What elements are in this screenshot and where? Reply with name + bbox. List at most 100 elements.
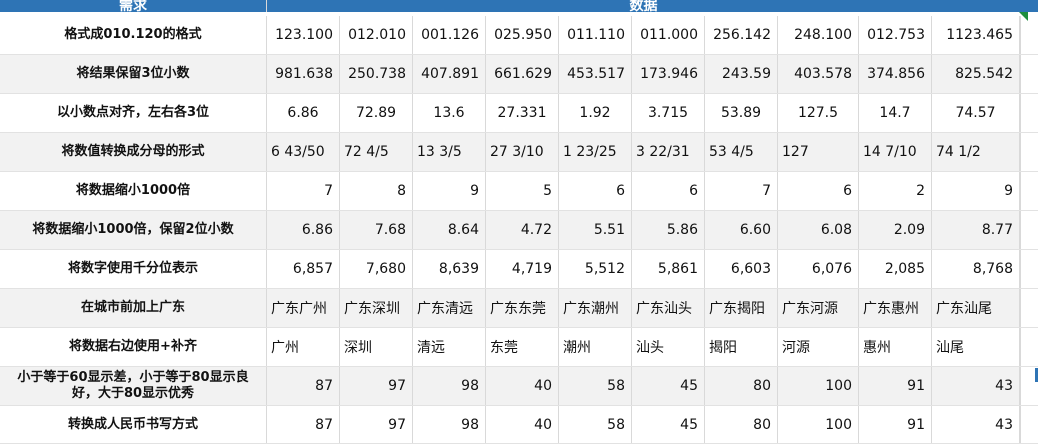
- data-cell[interactable]: 127: [778, 133, 859, 171]
- data-cell[interactable]: 14 7/10: [859, 133, 932, 171]
- data-cell[interactable]: 清远: [413, 328, 486, 366]
- data-cell[interactable]: 2.09: [859, 211, 932, 249]
- next-column-cell[interactable]: [1020, 289, 1038, 327]
- next-column-cell[interactable]: [1020, 16, 1038, 54]
- data-cell[interactable]: 243.59: [705, 55, 778, 93]
- data-cell[interactable]: 97: [340, 406, 413, 443]
- data-cell[interactable]: 广东揭阳: [705, 289, 778, 327]
- data-cell[interactable]: 广州: [267, 328, 340, 366]
- data-cell[interactable]: 40: [486, 406, 559, 443]
- data-cell[interactable]: 5.51: [559, 211, 632, 249]
- data-cell[interactable]: 825.542: [932, 55, 1020, 93]
- next-column-cell[interactable]: [1020, 250, 1038, 288]
- data-cell[interactable]: 汕尾: [932, 328, 1020, 366]
- data-cell[interactable]: 127.5: [778, 94, 859, 132]
- data-cell[interactable]: 80: [705, 406, 778, 443]
- data-cell[interactable]: 深圳: [340, 328, 413, 366]
- data-cell[interactable]: 012.010: [340, 16, 413, 54]
- data-cell[interactable]: 256.142: [705, 16, 778, 54]
- data-cell[interactable]: 东莞: [486, 328, 559, 366]
- data-cell[interactable]: 374.856: [859, 55, 932, 93]
- data-cell[interactable]: 1.92: [559, 94, 632, 132]
- data-cell[interactable]: 981.638: [267, 55, 340, 93]
- data-cell[interactable]: 汕头: [632, 328, 705, 366]
- data-cell[interactable]: 6: [559, 172, 632, 210]
- data-cell[interactable]: 5,512: [559, 250, 632, 288]
- header-data[interactable]: 数据: [267, 0, 1020, 12]
- data-cell[interactable]: 广东潮州: [559, 289, 632, 327]
- data-cell[interactable]: 5,861: [632, 250, 705, 288]
- row-label[interactable]: 将数字使用千分位表示: [0, 250, 267, 288]
- data-cell[interactable]: 惠州: [859, 328, 932, 366]
- data-cell[interactable]: 6,076: [778, 250, 859, 288]
- data-cell[interactable]: 58: [559, 367, 632, 405]
- data-cell[interactable]: 6: [632, 172, 705, 210]
- data-cell[interactable]: 98: [413, 367, 486, 405]
- data-cell[interactable]: 011.110: [559, 16, 632, 54]
- data-cell[interactable]: 001.126: [413, 16, 486, 54]
- data-cell[interactable]: 250.738: [340, 55, 413, 93]
- data-cell[interactable]: 8,639: [413, 250, 486, 288]
- data-cell[interactable]: 广东东莞: [486, 289, 559, 327]
- next-column-cell[interactable]: [1020, 172, 1038, 210]
- data-cell[interactable]: 87: [267, 406, 340, 443]
- data-cell[interactable]: 5: [486, 172, 559, 210]
- data-cell[interactable]: 广东汕尾: [932, 289, 1020, 327]
- next-column-cell[interactable]: [1020, 55, 1038, 93]
- data-cell[interactable]: 6.60: [705, 211, 778, 249]
- data-cell[interactable]: 7: [267, 172, 340, 210]
- data-cell[interactable]: 97: [340, 367, 413, 405]
- data-cell[interactable]: 8.77: [932, 211, 1020, 249]
- data-cell[interactable]: 13 3/5: [413, 133, 486, 171]
- next-column-cell[interactable]: [1020, 133, 1038, 171]
- row-label[interactable]: 在城市前加上广东: [0, 289, 267, 327]
- data-cell[interactable]: 173.946: [632, 55, 705, 93]
- data-cell[interactable]: 9: [932, 172, 1020, 210]
- data-cell[interactable]: 6.86: [267, 211, 340, 249]
- data-cell[interactable]: 43: [932, 367, 1020, 405]
- data-cell[interactable]: 6 43/50: [267, 133, 340, 171]
- data-cell[interactable]: 6.08: [778, 211, 859, 249]
- row-label[interactable]: 以小数点对齐，左右各3位: [0, 94, 267, 132]
- data-cell[interactable]: 53.89: [705, 94, 778, 132]
- row-label[interactable]: 将数据缩小1000倍，保留2位小数: [0, 211, 267, 249]
- data-cell[interactable]: 广东深圳: [340, 289, 413, 327]
- data-cell[interactable]: 123.100: [267, 16, 340, 54]
- data-cell[interactable]: 4.72: [486, 211, 559, 249]
- data-cell[interactable]: 广东汕头: [632, 289, 705, 327]
- data-cell[interactable]: 2,085: [859, 250, 932, 288]
- data-cell[interactable]: 403.578: [778, 55, 859, 93]
- data-cell[interactable]: 53 4/5: [705, 133, 778, 171]
- data-cell[interactable]: 8,768: [932, 250, 1020, 288]
- data-cell[interactable]: 8: [340, 172, 413, 210]
- next-column-cell[interactable]: [1020, 406, 1038, 443]
- data-cell[interactable]: 91: [859, 367, 932, 405]
- row-label[interactable]: 将数值转换成分母的形式: [0, 133, 267, 171]
- data-cell[interactable]: 3 22/31: [632, 133, 705, 171]
- row-label[interactable]: 将数据缩小1000倍: [0, 172, 267, 210]
- data-cell[interactable]: 广东广州: [267, 289, 340, 327]
- data-cell[interactable]: 9: [413, 172, 486, 210]
- data-cell[interactable]: 4,719: [486, 250, 559, 288]
- row-label[interactable]: 将数据右边使用+补齐: [0, 328, 267, 366]
- data-cell[interactable]: 5.86: [632, 211, 705, 249]
- data-cell[interactable]: 3.715: [632, 94, 705, 132]
- data-cell[interactable]: 河源: [778, 328, 859, 366]
- data-cell[interactable]: 揭阳: [705, 328, 778, 366]
- data-cell[interactable]: 14.7: [859, 94, 932, 132]
- data-cell[interactable]: 13.6: [413, 94, 486, 132]
- data-cell[interactable]: 40: [486, 367, 559, 405]
- next-column-cell[interactable]: [1020, 328, 1038, 366]
- data-cell[interactable]: 7,680: [340, 250, 413, 288]
- header-requirement[interactable]: 需求: [0, 0, 267, 12]
- data-cell[interactable]: 广东河源: [778, 289, 859, 327]
- data-cell[interactable]: 27 3/10: [486, 133, 559, 171]
- data-cell[interactable]: 广东惠州: [859, 289, 932, 327]
- data-cell[interactable]: 87: [267, 367, 340, 405]
- data-cell[interactable]: 72.89: [340, 94, 413, 132]
- next-column-cell[interactable]: [1020, 211, 1038, 249]
- data-cell[interactable]: 74 1/2: [932, 133, 1020, 171]
- data-cell[interactable]: 43: [932, 406, 1020, 443]
- data-cell[interactable]: 98: [413, 406, 486, 443]
- data-cell[interactable]: 6.86: [267, 94, 340, 132]
